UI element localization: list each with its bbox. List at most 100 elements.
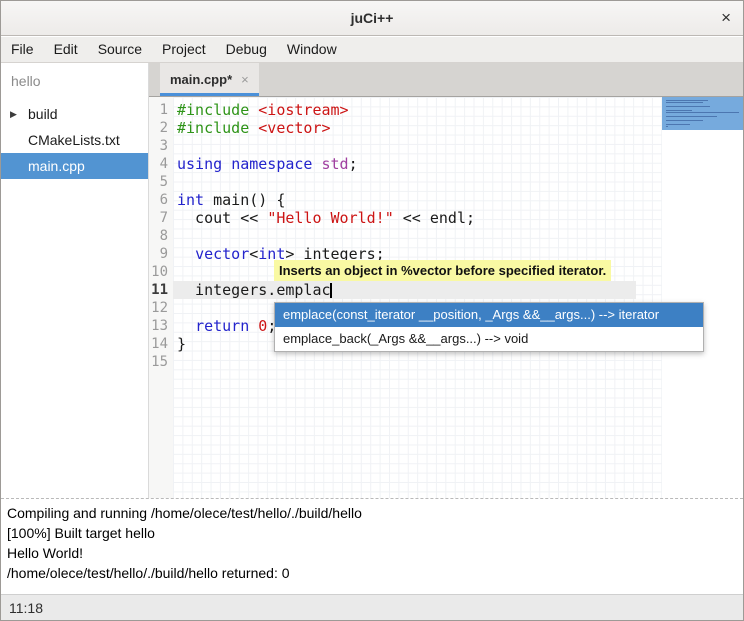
minimap-visible-region[interactable] <box>662 97 743 130</box>
tree-item-build[interactable]: ▶ build <box>1 101 148 127</box>
line-number: 5 <box>149 173 173 191</box>
minimap-line <box>666 124 690 125</box>
code-line-4: using namespace std; <box>177 155 358 173</box>
file-tree: ▶ build CMakeLists.txt main.cpp <box>1 101 148 179</box>
code-token: < <box>249 245 258 263</box>
doc-tooltip: Inserts an object in %vector before spec… <box>274 260 611 281</box>
code-line-6: int main() { <box>177 191 285 209</box>
code-token: using <box>177 155 222 173</box>
tree-item-cmakelists-txt[interactable]: CMakeLists.txt <box>1 127 148 153</box>
code-token <box>249 101 258 119</box>
minimap-line <box>666 126 668 127</box>
code-token: vector <box>195 245 249 263</box>
code-token: "Hello World!" <box>267 209 393 227</box>
autocomplete-item[interactable]: emplace(const_iterator __position, _Args… <box>275 303 703 327</box>
line-number: 11 <box>149 281 173 299</box>
menu-item-debug[interactable]: Debug <box>216 37 277 62</box>
code-token: << endl; <box>394 209 475 227</box>
editor-column: main.cpp*× 123456789101112131415 #includ… <box>149 63 743 498</box>
output-line: /home/olece/test/hello/./build/hello ret… <box>7 563 737 583</box>
code-token: <iostream> <box>258 101 348 119</box>
line-number: 10 <box>149 263 173 281</box>
code-token <box>177 317 195 335</box>
expander-icon[interactable]: ▶ <box>10 101 17 127</box>
code-token: 0 <box>258 317 267 335</box>
project-name-label: hello <box>1 63 148 97</box>
code-line-7: cout << "Hello World!" << endl; <box>177 209 475 227</box>
minimap-line <box>666 112 739 113</box>
text-cursor <box>330 283 332 298</box>
code-token <box>249 317 258 335</box>
tree-item-label: CMakeLists.txt <box>28 132 120 148</box>
menu-item-source[interactable]: Source <box>88 37 152 62</box>
menu-bar: FileEditSourceProjectDebugWindow <box>1 37 743 63</box>
build-output-panel: Compiling and running /home/olece/test/h… <box>1 498 743 594</box>
code-line-13: return 0; <box>177 317 276 335</box>
output-line: Hello World! <box>7 543 737 563</box>
code-token: } <box>177 335 186 353</box>
code-token: std <box>322 155 349 173</box>
code-token: int <box>177 191 204 209</box>
line-number: 8 <box>149 227 173 245</box>
line-number: 7 <box>149 209 173 227</box>
line-number: 1 <box>149 101 173 119</box>
source-editor[interactable]: 123456789101112131415 #include <iostream… <box>149 97 743 498</box>
status-bar: 11:18 <box>1 594 743 621</box>
code-token: <vector> <box>258 119 330 137</box>
source-minimap[interactable] <box>662 97 743 498</box>
active-tab-underline <box>160 93 259 96</box>
window-title: juCi++ <box>1 1 743 35</box>
code-token: cout << <box>177 209 267 227</box>
code-token <box>222 155 231 173</box>
tree-item-label: main.cpp <box>28 158 85 174</box>
title-bar: juCi++ × <box>1 1 743 36</box>
minimap-line <box>666 116 717 117</box>
tab-close-icon[interactable]: × <box>241 72 249 87</box>
line-number: 15 <box>149 353 173 371</box>
juci-window: juCi++ × FileEditSourceProjectDebugWindo… <box>0 0 744 621</box>
menu-item-project[interactable]: Project <box>152 37 216 62</box>
clock-text: 11:18 <box>1 595 743 621</box>
menu-item-file[interactable]: File <box>1 37 44 62</box>
line-number: 6 <box>149 191 173 209</box>
line-number: 9 <box>149 245 173 263</box>
code-token <box>249 119 258 137</box>
minimap-line <box>666 100 708 101</box>
minimap-line <box>666 106 710 107</box>
minimap-line <box>666 120 703 121</box>
main-area: hello ▶ build CMakeLists.txt main.cpp main.… <box>1 63 743 498</box>
output-line: [100%] Built target hello <box>7 523 737 543</box>
code-token <box>312 155 321 173</box>
code-token: #include <box>177 119 249 137</box>
tab-main-cpp[interactable]: main.cpp*× <box>160 63 259 96</box>
code-token: namespace <box>231 155 312 173</box>
code-line-11: integers.emplac <box>177 281 331 299</box>
file-tree-sidebar: hello ▶ build CMakeLists.txt main.cpp <box>1 63 149 498</box>
tab-bar: main.cpp*× <box>149 63 743 97</box>
code-token: #include <box>177 101 249 119</box>
menu-item-edit[interactable]: Edit <box>44 37 88 62</box>
line-number: 3 <box>149 137 173 155</box>
code-line-1: #include <iostream> <box>177 101 349 119</box>
tree-item-main-cpp[interactable]: main.cpp <box>1 153 148 179</box>
line-number: 12 <box>149 299 173 317</box>
autocomplete-item[interactable]: emplace_back(_Args &&__args...) --> void <box>275 327 703 351</box>
menu-item-window[interactable]: Window <box>277 37 347 62</box>
line-number: 4 <box>149 155 173 173</box>
output-line: Compiling and running /home/olece/test/h… <box>7 503 737 523</box>
line-number: 14 <box>149 335 173 353</box>
code-line-2: #include <vector> <box>177 119 331 137</box>
minimap-line <box>666 102 703 103</box>
code-token: return <box>195 317 249 335</box>
line-number: 2 <box>149 119 173 137</box>
code-token <box>177 245 195 263</box>
code-token: main() { <box>204 191 285 209</box>
code-token: ; <box>349 155 358 173</box>
minimap-line <box>666 110 692 111</box>
window-close-icon[interactable]: × <box>721 1 731 35</box>
autocomplete-popup: emplace(const_iterator __position, _Args… <box>274 302 704 352</box>
code-token: integers.emplac <box>177 281 331 299</box>
line-number-gutter: 123456789101112131415 <box>149 97 173 498</box>
code-line-14: } <box>177 335 186 353</box>
tree-item-label: build <box>28 106 58 122</box>
